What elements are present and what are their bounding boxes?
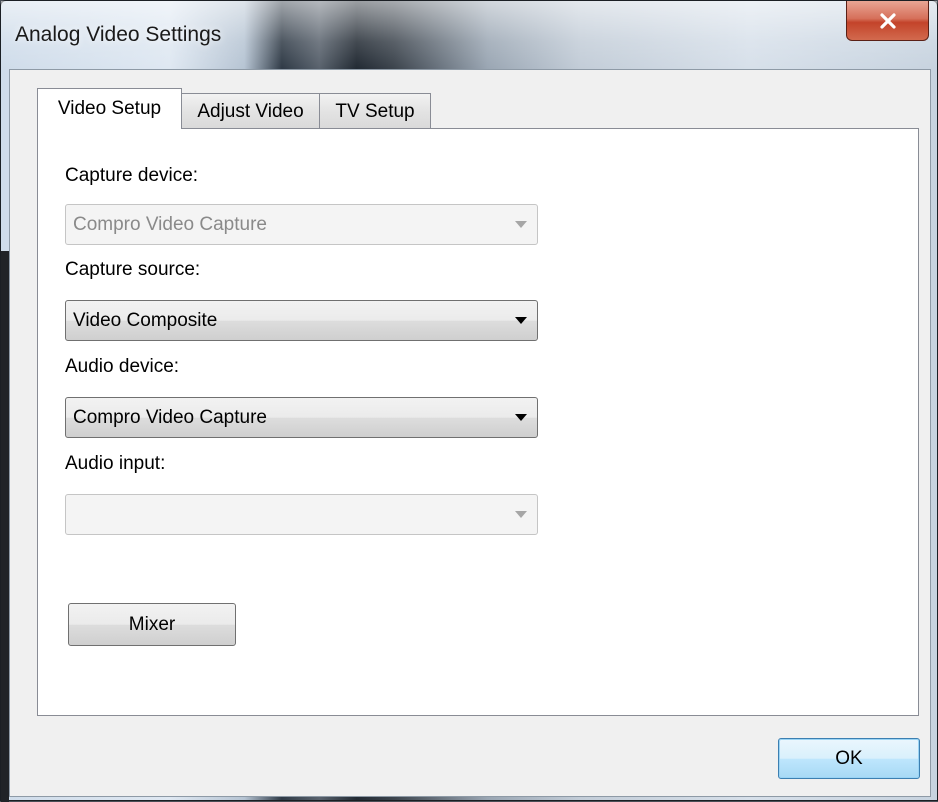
capture-device-select: Compro Video Capture xyxy=(65,204,538,245)
close-button[interactable] xyxy=(846,1,929,41)
capture-device-label: Capture device: xyxy=(65,165,199,186)
window-title: Analog Video Settings xyxy=(15,23,222,46)
audio-device-select[interactable]: Compro Video Capture xyxy=(65,397,538,438)
chevron-down-icon xyxy=(515,317,527,324)
mixer-button-label: Mixer xyxy=(128,613,176,635)
chevron-down-icon xyxy=(515,414,527,421)
tab-video-setup[interactable]: Video Setup xyxy=(37,88,182,129)
capture-source-label: Capture source: xyxy=(65,259,201,280)
chevron-down-icon xyxy=(515,221,527,228)
tab-label: TV Setup xyxy=(335,100,415,122)
audio-input-select xyxy=(65,494,538,535)
tab-adjust-video[interactable]: Adjust Video xyxy=(181,93,320,129)
capture-source-select[interactable]: Video Composite xyxy=(65,300,538,341)
audio-input-label: Audio input: xyxy=(65,453,166,474)
mixer-button[interactable]: Mixer xyxy=(68,603,236,646)
tab-label: Adjust Video xyxy=(197,100,304,122)
window-edge xyxy=(1,251,9,802)
close-icon xyxy=(879,12,896,29)
audio-device-label: Audio device: xyxy=(65,356,180,377)
chevron-down-icon xyxy=(515,511,527,518)
tab-tv-setup[interactable]: TV Setup xyxy=(319,93,431,129)
tab-panel-video-setup: Capture device: Compro Video Capture Cap… xyxy=(37,128,919,716)
capture-source-value: Video Composite xyxy=(73,310,218,331)
audio-device-value: Compro Video Capture xyxy=(73,407,267,428)
title-bar[interactable]: Analog Video Settings xyxy=(1,1,937,69)
capture-device-value: Compro Video Capture xyxy=(73,214,267,235)
tab-label: Video Setup xyxy=(57,98,162,119)
ok-button-label: OK xyxy=(835,747,863,769)
dialog-client-area: Video Setup Adjust Video TV Setup Captur… xyxy=(9,69,931,797)
dialog-window: Analog Video Settings Video Setup Adjust… xyxy=(0,0,938,802)
ok-button[interactable]: OK xyxy=(778,738,920,779)
